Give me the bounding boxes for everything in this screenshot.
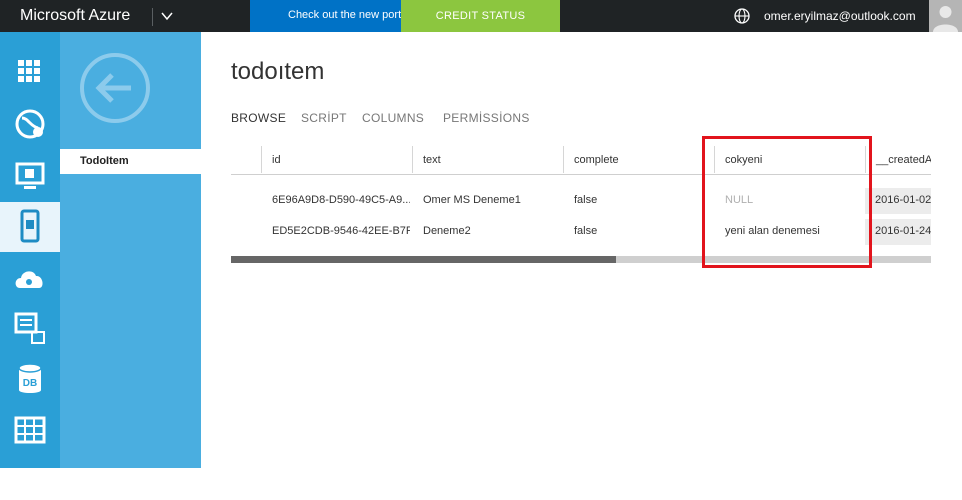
tab-permissions[interactable]: PERMİSSİONS — [443, 111, 530, 125]
monitor-icon — [15, 162, 45, 189]
rail-item-more[interactable] — [0, 452, 60, 500]
user-icon — [933, 6, 958, 32]
rail-item-sql-databases[interactable]: DB — [0, 354, 60, 402]
cell-id[interactable]: 6E96A9D8-D590-49C5-A9... — [272, 194, 410, 214]
panel-item-label: TodoItem — [80, 155, 129, 167]
panel-item-todoitem[interactable]: TodoItem — [60, 149, 201, 174]
avatar[interactable] — [929, 0, 962, 32]
cell-createdat[interactable]: 2016-01-02 — [865, 188, 931, 214]
promo-banner[interactable]: Check out the new port — [250, 0, 401, 32]
user-email[interactable]: omer.eryilmaz@outlook.com — [764, 9, 916, 23]
grid-icon — [18, 60, 40, 82]
page-title: todoıtem — [231, 58, 325, 85]
column-header-text[interactable]: text — [412, 146, 563, 173]
rail-item-virtual-machines[interactable] — [0, 152, 60, 200]
rail-item-web-sites[interactable] — [0, 100, 60, 148]
brand-title[interactable]: Microsoft Azure — [20, 7, 130, 25]
tab-script[interactable]: SCRİPT — [301, 111, 347, 125]
cloud-icon — [16, 474, 42, 488]
svg-text:DB: DB — [23, 378, 37, 389]
rail-item-storage[interactable] — [0, 406, 60, 454]
left-nav-rail: DB — [0, 32, 60, 488]
database-icon: DB — [18, 363, 42, 393]
column-header-id[interactable]: id — [261, 146, 412, 173]
chevron-down-icon[interactable] — [160, 9, 174, 23]
mobile-icon — [20, 209, 40, 243]
column-header-complete[interactable]: complete — [563, 146, 714, 173]
cell-id[interactable]: ED5E2CDB-9546-42EE-B7F... — [272, 225, 410, 245]
globe-icon — [15, 109, 45, 139]
scrollbar-thumb[interactable] — [231, 256, 616, 263]
document-list-icon — [14, 312, 45, 344]
rail-item-batch[interactable] — [0, 304, 60, 352]
top-bar: Microsoft Azure Check out the new port C… — [0, 0, 962, 32]
rail-item-mobile-services[interactable] — [0, 202, 60, 252]
column-header-createdat[interactable]: __createdAt — [865, 146, 931, 173]
back-arrow-icon[interactable] — [79, 52, 151, 124]
cell-complete[interactable]: false — [574, 225, 712, 245]
cell-complete[interactable]: false — [574, 194, 712, 214]
table-icon — [14, 416, 46, 444]
divider — [152, 8, 153, 26]
cell-createdat[interactable]: 2016-01-24 — [865, 219, 931, 245]
rail-item-cloud-services[interactable] — [0, 254, 60, 302]
secondary-panel: TodoItem — [60, 32, 201, 468]
cloud-gear-icon — [15, 271, 43, 288]
globe-icon[interactable] — [734, 8, 750, 24]
promo-text[interactable]: Check out the new port — [288, 9, 401, 21]
credit-status-button[interactable]: CREDIT STATUS — [401, 0, 560, 32]
highlight-box — [702, 136, 872, 268]
cell-text[interactable]: Deneme2 — [423, 225, 561, 245]
rail-item-all-items[interactable] — [0, 48, 60, 96]
tab-columns[interactable]: COLUMNS — [362, 111, 424, 125]
cell-text[interactable]: Omer MS Deneme1 — [423, 194, 561, 214]
tab-browse[interactable]: BROWSE — [231, 111, 286, 125]
